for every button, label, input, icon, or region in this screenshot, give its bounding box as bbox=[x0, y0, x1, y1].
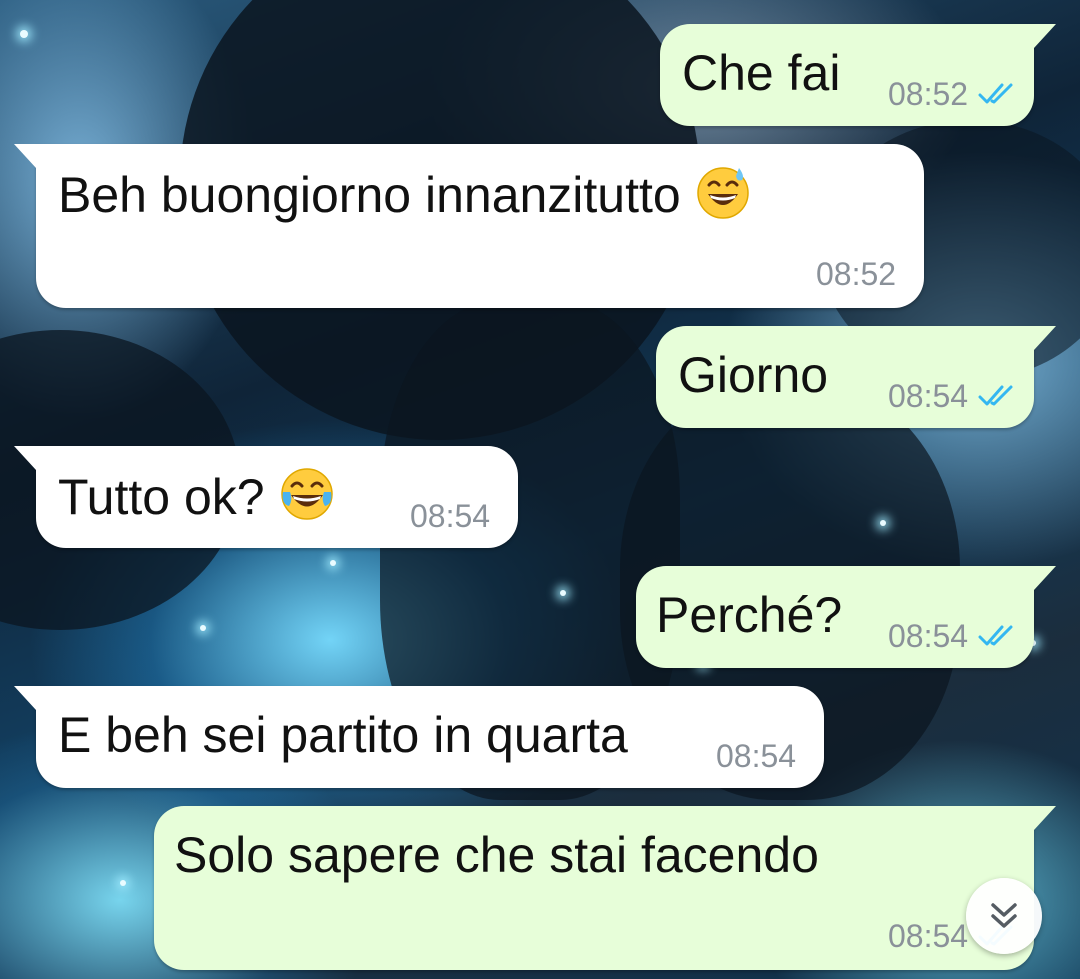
message-text: Giorno bbox=[678, 347, 829, 403]
message-text-content: Tutto ok? bbox=[58, 469, 265, 525]
message-text: Che fai bbox=[682, 45, 841, 101]
message-time: 08:54 bbox=[888, 918, 969, 954]
double-check-read-icon bbox=[978, 625, 1013, 646]
message-bubble-incoming[interactable]: Tutto ok? 08:54 bbox=[14, 446, 518, 548]
message-time: 08:54 bbox=[888, 378, 969, 414]
message-text: Tutto ok? bbox=[58, 466, 335, 526]
message-text: Perché? bbox=[656, 587, 843, 643]
scroll-to-bottom-button[interactable] bbox=[966, 878, 1042, 954]
message-bubble-incoming[interactable]: E beh sei partito in quarta 08:54 bbox=[14, 686, 824, 788]
message-text: Solo sapere che stai facendo bbox=[174, 827, 819, 883]
face-with-tears-of-joy-icon bbox=[280, 468, 333, 520]
double-check-read-icon bbox=[978, 385, 1013, 406]
grinning-face-with-sweat-icon bbox=[696, 167, 749, 219]
double-chevron-down-icon bbox=[991, 903, 1017, 928]
message-meta: 08:52 bbox=[888, 76, 1018, 112]
message-text: E beh sei partito in quarta bbox=[58, 707, 628, 763]
message-text-content: Beh buongiorno innanzitutto bbox=[58, 167, 681, 223]
message-bubble-outgoing[interactable]: Perché? 08:54 bbox=[636, 566, 1056, 668]
message-meta: 08:52 bbox=[816, 256, 896, 292]
double-check-read-icon bbox=[978, 83, 1013, 104]
message-text: Beh buongiorno innanzitutto bbox=[58, 164, 751, 224]
message-bubble-incoming[interactable]: Beh buongiorno innanzitutto 08:52 bbox=[14, 144, 924, 308]
message-time: 08:54 bbox=[888, 618, 969, 654]
message-bubble-outgoing[interactable]: Che fai 08:52 bbox=[660, 24, 1056, 126]
message-time: 08:54 bbox=[716, 738, 797, 774]
message-bubble-outgoing[interactable]: Solo sapere che stai facendo 08:54 bbox=[154, 806, 1056, 970]
message-meta: 08:54 bbox=[888, 378, 1018, 414]
message-time: 08:52 bbox=[816, 256, 897, 292]
message-meta: 08:54 bbox=[888, 618, 1018, 654]
message-meta: 08:54 bbox=[410, 498, 490, 534]
message-time: 08:52 bbox=[888, 76, 969, 112]
message-time: 08:54 bbox=[410, 498, 491, 534]
message-meta: 08:54 bbox=[716, 738, 796, 774]
message-bubble-outgoing[interactable]: Giorno 08:54 bbox=[656, 326, 1056, 428]
